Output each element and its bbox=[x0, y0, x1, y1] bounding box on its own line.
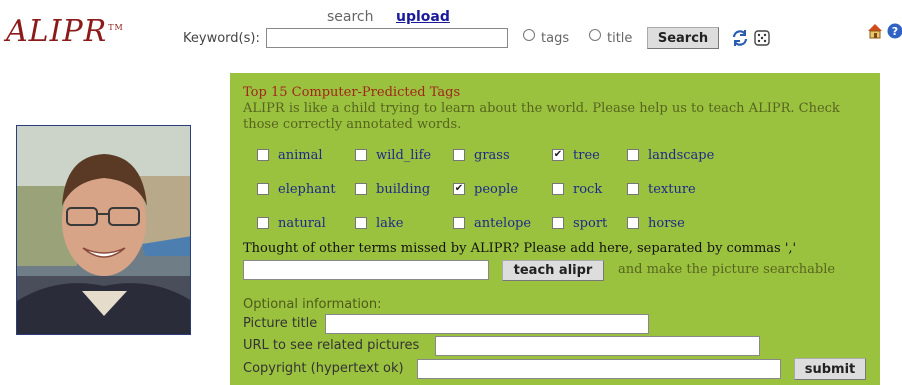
radio-title-label: title bbox=[607, 31, 633, 46]
tag-animal[interactable]: animal bbox=[257, 147, 323, 163]
tag-elephant[interactable]: elephant bbox=[257, 181, 336, 197]
tag-checkbox[interactable] bbox=[257, 183, 269, 195]
tag-checkbox-checked[interactable]: ✔ bbox=[453, 183, 465, 195]
tag-checkbox[interactable] bbox=[453, 149, 465, 161]
panel-description: ALIPR is like a child trying to learn ab… bbox=[243, 101, 840, 132]
copyright-label: Copyright (hypertext ok) bbox=[243, 361, 404, 376]
tag-building[interactable]: building bbox=[355, 181, 430, 197]
tag-checkbox-checked[interactable]: ✔ bbox=[552, 149, 564, 161]
tag-checkbox[interactable] bbox=[257, 217, 269, 229]
logo-trademark: TM bbox=[108, 23, 124, 32]
related-url-label: URL to see related pictures bbox=[243, 338, 420, 353]
radio-title[interactable] bbox=[589, 29, 601, 41]
tag-checkbox[interactable] bbox=[627, 149, 639, 161]
keyword-label: Keyword(s): bbox=[183, 31, 260, 46]
tag-checkbox[interactable] bbox=[257, 149, 269, 161]
tag-horse[interactable]: horse bbox=[627, 215, 685, 231]
teach-terms-input[interactable] bbox=[243, 260, 489, 280]
tag-rock[interactable]: rock bbox=[552, 181, 602, 197]
tag-sport[interactable]: sport bbox=[552, 215, 607, 231]
tag-lake[interactable]: lake bbox=[355, 215, 403, 231]
related-url-input[interactable] bbox=[435, 336, 760, 356]
panel-title: Top 15 Computer-Predicted Tags bbox=[243, 85, 461, 100]
tag-checkbox[interactable] bbox=[627, 183, 639, 195]
help-icon[interactable]: ? bbox=[886, 22, 902, 40]
refresh-icon[interactable] bbox=[731, 29, 749, 47]
picture-title-label: Picture title bbox=[243, 316, 318, 331]
svg-text:?: ? bbox=[892, 25, 898, 38]
submit-button[interactable]: submit bbox=[794, 358, 866, 380]
missed-terms-prompt: Thought of other terms missed by ALIPR? … bbox=[243, 241, 797, 256]
dice-icon[interactable] bbox=[753, 29, 771, 47]
copyright-input[interactable] bbox=[417, 359, 781, 379]
tag-natural[interactable]: natural bbox=[257, 215, 326, 231]
alipr-logo[interactable]: ALIPRTM bbox=[6, 14, 124, 49]
teach-suffix-text: and make the picture searchable bbox=[618, 262, 836, 277]
radio-tags-label: tags bbox=[541, 31, 570, 46]
tag-checkbox[interactable] bbox=[627, 217, 639, 229]
tag-checkbox[interactable] bbox=[355, 183, 367, 195]
picture-title-input[interactable] bbox=[325, 314, 649, 334]
tag-checkbox[interactable] bbox=[552, 183, 564, 195]
tag-wild-life[interactable]: wild_life bbox=[355, 147, 431, 163]
tag-checkbox[interactable] bbox=[453, 217, 465, 229]
tag-texture[interactable]: texture bbox=[627, 181, 696, 197]
tag-checkbox[interactable] bbox=[355, 149, 367, 161]
tag-checkbox[interactable] bbox=[552, 217, 564, 229]
optional-heading: Optional information: bbox=[243, 297, 382, 312]
keyword-input[interactable] bbox=[266, 28, 508, 48]
mode-search-tab[interactable]: search bbox=[327, 9, 374, 25]
tag-landscape[interactable]: landscape bbox=[627, 147, 714, 163]
tag-tree[interactable]: ✔ tree bbox=[552, 147, 600, 163]
radio-tags[interactable] bbox=[523, 29, 535, 41]
search-button[interactable]: Search bbox=[647, 27, 719, 49]
teach-alipr-button[interactable]: teach alipr bbox=[502, 260, 604, 281]
mode-upload-link[interactable]: upload bbox=[396, 9, 450, 25]
tag-checkbox[interactable] bbox=[355, 217, 367, 229]
tag-antelope[interactable]: antelope bbox=[453, 215, 531, 231]
tag-grass[interactable]: grass bbox=[453, 147, 510, 163]
tag-people[interactable]: ✔ people bbox=[453, 181, 518, 197]
uploaded-photo bbox=[16, 125, 191, 335]
home-icon[interactable] bbox=[866, 22, 884, 40]
